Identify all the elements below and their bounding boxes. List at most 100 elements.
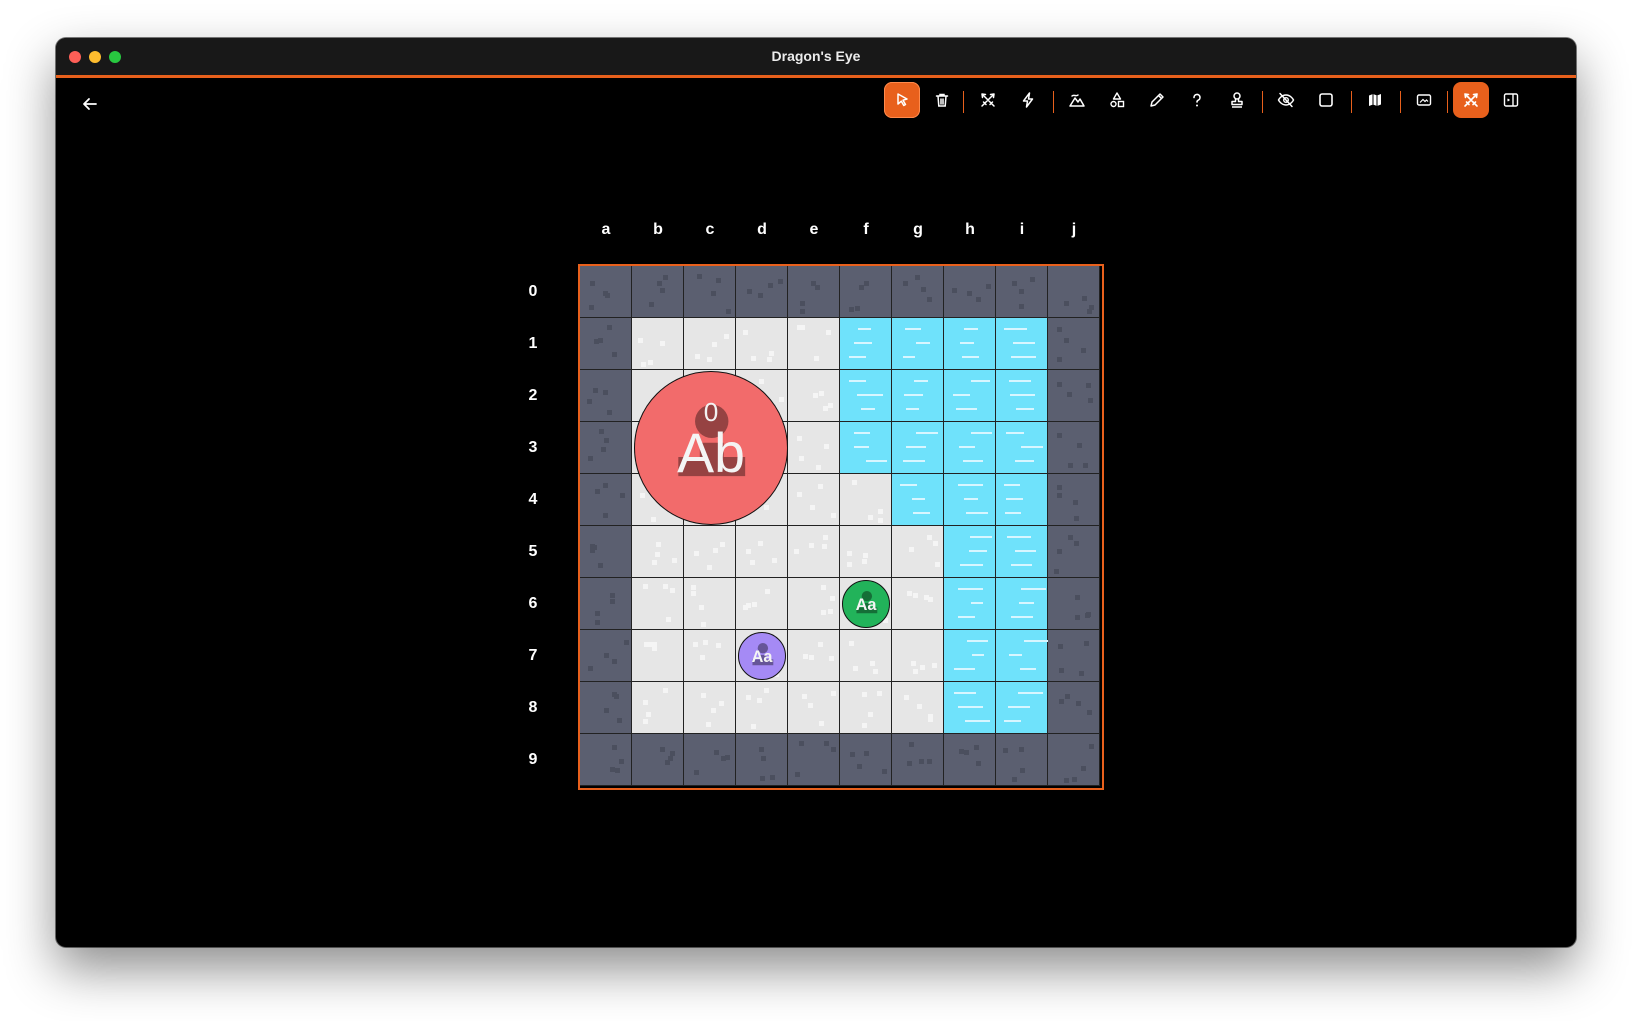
grid-tile-water[interactable] (996, 578, 1048, 630)
grid-tile-wall[interactable] (944, 266, 996, 318)
visibility-tool[interactable] (1268, 82, 1304, 118)
grid-tile-water[interactable] (996, 370, 1048, 422)
creature-token[interactable]: Aa (738, 632, 786, 680)
grid-tile-water[interactable] (840, 422, 892, 474)
select-tool[interactable] (884, 82, 920, 118)
grid-tile-wall[interactable] (840, 266, 892, 318)
grid-tile-floor[interactable] (684, 318, 736, 370)
creature-token[interactable]: 0 Ab (634, 371, 788, 525)
grid-tile-water[interactable] (892, 474, 944, 526)
grid-tile-wall[interactable] (944, 734, 996, 786)
map-tool[interactable] (1357, 82, 1393, 118)
grid-tile-water[interactable] (996, 682, 1048, 734)
grid-tile-floor[interactable] (840, 474, 892, 526)
help-tool[interactable] (1179, 82, 1215, 118)
grid-tile-water[interactable] (944, 370, 996, 422)
grid-tile-wall[interactable] (580, 370, 632, 422)
attack-tool[interactable] (970, 82, 1006, 118)
map-grid[interactable]: 0 Ab Aa Aa (578, 264, 1104, 790)
grid-tile-floor[interactable] (788, 370, 840, 422)
grid-tile-wall[interactable] (580, 526, 632, 578)
grid-tile-wall[interactable] (1048, 318, 1100, 370)
grid-tile-wall[interactable] (1048, 474, 1100, 526)
draw-tool[interactable] (1139, 82, 1175, 118)
grid-tile-wall[interactable] (580, 734, 632, 786)
grid-tile-water[interactable] (892, 422, 944, 474)
grid-tile-wall[interactable] (632, 734, 684, 786)
grid-tile-floor[interactable] (788, 630, 840, 682)
grid-tile-floor[interactable] (840, 630, 892, 682)
grid-tile-wall[interactable] (1048, 526, 1100, 578)
grid-tile-wall[interactable] (1048, 422, 1100, 474)
grid-tile-water[interactable] (840, 318, 892, 370)
grid-tile-floor[interactable] (788, 318, 840, 370)
grid-tile-wall[interactable] (1048, 734, 1100, 786)
grid-tile-floor[interactable] (632, 630, 684, 682)
grid-tile-floor[interactable] (892, 682, 944, 734)
grid-tile-wall[interactable] (1048, 578, 1100, 630)
grid-tile-floor[interactable] (840, 526, 892, 578)
creature-token[interactable]: Aa (842, 580, 890, 628)
grid-tile-water[interactable] (944, 318, 996, 370)
grid-tile-water[interactable] (996, 422, 1048, 474)
grid-tile-water[interactable] (944, 630, 996, 682)
grid-tile-wall[interactable] (580, 474, 632, 526)
grid-tile-wall[interactable] (580, 578, 632, 630)
grid-tile-wall[interactable] (580, 318, 632, 370)
grid-tile-wall[interactable] (580, 422, 632, 474)
grid-tile-wall[interactable] (1048, 682, 1100, 734)
grid-tile-floor[interactable] (788, 682, 840, 734)
grid-tile-water[interactable] (944, 578, 996, 630)
grid-tile-wall[interactable] (996, 266, 1048, 318)
grid-tile-floor[interactable] (632, 318, 684, 370)
grid-tile-wall[interactable] (580, 266, 632, 318)
grid-tile-water[interactable] (996, 474, 1048, 526)
grid-tile-wall[interactable] (684, 734, 736, 786)
screen-tool[interactable] (1406, 82, 1442, 118)
grid-tile-water[interactable] (944, 474, 996, 526)
grid-tile-wall[interactable] (996, 734, 1048, 786)
grid-tile-water[interactable] (944, 682, 996, 734)
grid-tile-floor[interactable] (632, 682, 684, 734)
grid-tile-floor[interactable] (632, 578, 684, 630)
grid-tile-floor[interactable] (736, 682, 788, 734)
grid-tile-wall[interactable] (892, 266, 944, 318)
grid-tile-water[interactable] (944, 526, 996, 578)
grid-tile-floor[interactable] (736, 578, 788, 630)
grid-tile-wall[interactable] (632, 266, 684, 318)
grid-tile-wall[interactable] (580, 682, 632, 734)
grid-tile-wall[interactable] (788, 734, 840, 786)
grid-tile-floor[interactable] (736, 526, 788, 578)
grid-tile-wall[interactable] (1048, 266, 1100, 318)
grid-tile-wall[interactable] (840, 734, 892, 786)
grid-tile-water[interactable] (892, 370, 944, 422)
grid-tile-wall[interactable] (892, 734, 944, 786)
grid-tile-floor[interactable] (892, 526, 944, 578)
shapes-tool[interactable] (1099, 82, 1135, 118)
grid-tile-water[interactable] (996, 318, 1048, 370)
grid-tile-floor[interactable] (684, 682, 736, 734)
grid-tile-water[interactable] (996, 630, 1050, 682)
grid-tile-floor[interactable] (788, 422, 840, 474)
delete-tool[interactable] (924, 82, 960, 118)
grid-tile-wall[interactable] (788, 266, 840, 318)
grid-tile-floor[interactable] (632, 526, 684, 578)
grid-tile-water[interactable] (996, 526, 1048, 578)
grid-tile-water[interactable] (892, 318, 944, 370)
grid-tile-wall[interactable] (736, 266, 788, 318)
grid-tile-water[interactable] (944, 422, 996, 474)
sidebar-toggle[interactable] (1493, 82, 1529, 118)
grid-tile-floor[interactable] (684, 578, 736, 630)
combat-mode-toggle[interactable] (1453, 82, 1489, 118)
terrain-tool[interactable] (1059, 82, 1095, 118)
grid-tile-floor[interactable] (788, 578, 840, 630)
grid-tile-floor[interactable] (788, 474, 840, 526)
grid-tile-floor[interactable] (736, 318, 788, 370)
grid-tile-water[interactable] (840, 370, 892, 422)
stamp-tool[interactable] (1219, 82, 1255, 118)
grid-tile-wall[interactable] (1048, 370, 1100, 422)
effect-tool[interactable] (1010, 82, 1046, 118)
grid-tile-floor[interactable] (788, 526, 840, 578)
grid-tile-floor[interactable] (892, 630, 944, 682)
grid-tile-floor[interactable] (892, 578, 944, 630)
